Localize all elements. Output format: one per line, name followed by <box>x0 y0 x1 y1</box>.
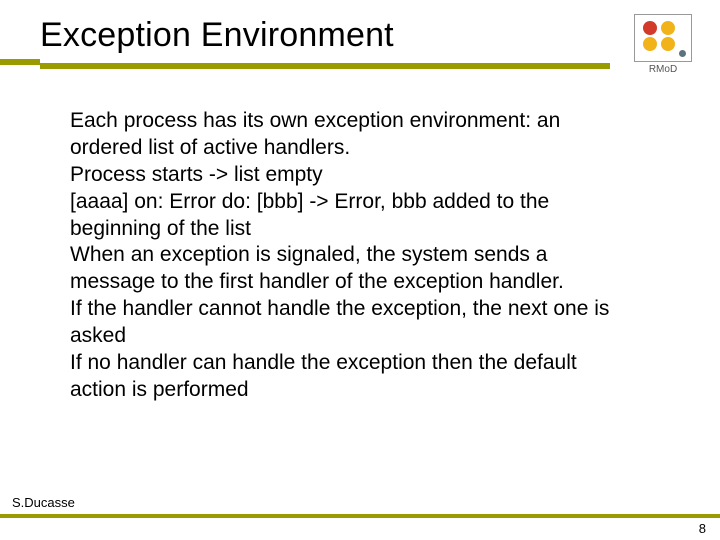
body-line: Process starts -> list empty <box>70 162 630 189</box>
body-line: When an exception is signaled, the syste… <box>70 242 630 296</box>
logo: RMoD <box>624 14 702 75</box>
body-line: [aaaa] on: Error do: [bbb] -> Error, bbb… <box>70 189 630 243</box>
body-line: If the handler cannot handle the excepti… <box>70 296 630 350</box>
page-number: 8 <box>699 521 706 536</box>
logo-box <box>634 14 692 62</box>
title-area: Exception Environment <box>40 16 610 69</box>
logo-dot-yellow <box>661 21 675 35</box>
body-text: Each process has its own exception envir… <box>70 108 630 404</box>
footer-rule <box>0 514 720 518</box>
footer-author: S.Ducasse <box>12 495 75 510</box>
logo-dot-yellow <box>643 37 657 51</box>
logo-dot-red <box>643 21 657 35</box>
title-underline <box>40 63 610 69</box>
logo-dot-small <box>679 50 686 57</box>
slide: Exception Environment RMoD Each process … <box>0 0 720 540</box>
logo-label: RMoD <box>624 64 702 75</box>
body-line: If no handler can handle the exception t… <box>70 350 630 404</box>
title-underline-left <box>0 59 40 65</box>
body-line: Each process has its own exception envir… <box>70 108 630 162</box>
slide-title: Exception Environment <box>40 16 610 55</box>
logo-dot-yellow <box>661 37 675 51</box>
